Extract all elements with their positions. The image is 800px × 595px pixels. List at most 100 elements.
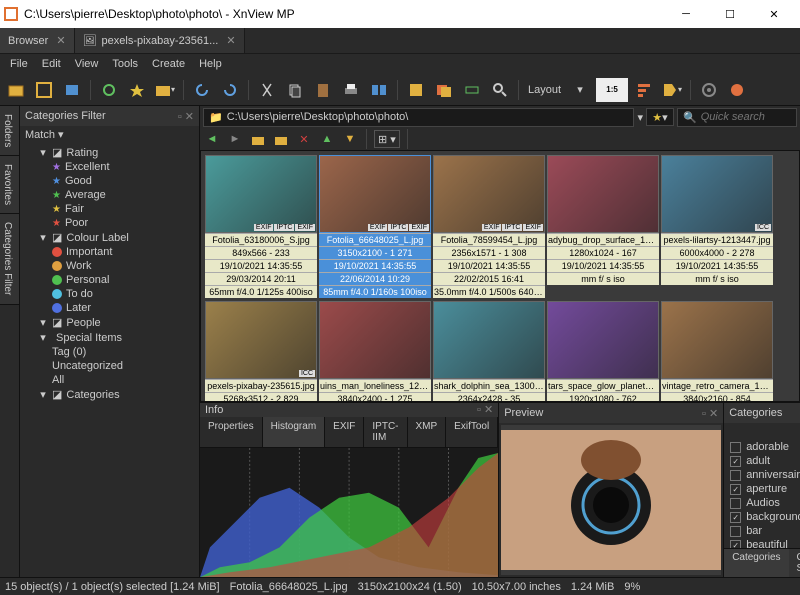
menu-help[interactable]: Help (193, 56, 228, 72)
thumbnail[interactable]: uins_man_loneliness_12427...3840x2400 - … (319, 301, 431, 402)
tree-item-excellent[interactable]: ★Excellent (20, 160, 199, 174)
path-input[interactable]: 📁 C:\Users\pierre\Desktop\photo\photo\ (203, 108, 634, 127)
thumbnail[interactable]: adybug_drop_surface_1062...1280x1024 - 1… (547, 155, 659, 298)
up-button[interactable] (249, 130, 267, 148)
sidetab-folders[interactable]: Folders (0, 106, 19, 156)
compare-button[interactable] (367, 78, 391, 102)
panel-controls[interactable]: ▫ ✕ (178, 110, 194, 123)
about-button[interactable] (725, 78, 749, 102)
info-tab-exif[interactable]: EXIF (325, 417, 364, 447)
tree-item-uncategorized[interactable]: Uncategorized (20, 359, 199, 373)
close-button[interactable]: ✕ (752, 0, 796, 28)
home-button[interactable] (272, 130, 290, 148)
batch-button[interactable] (432, 78, 456, 102)
tree-item-fair[interactable]: ★Fair (20, 202, 199, 216)
tab-category-sets[interactable]: Category Sets (789, 549, 800, 577)
open-button[interactable] (4, 78, 28, 102)
thumbnail[interactable]: vintage_retro_camera_1265...3840x2160 - … (661, 301, 773, 402)
copy-button[interactable] (283, 78, 307, 102)
thumbnail[interactable]: EXIFIPTCEXIFFotolia_63180006_S.jpg849x56… (205, 155, 317, 298)
thumbnail[interactable]: EXIFIPTCEXIFFotolia_66648025_L.jpg3150x2… (319, 155, 431, 298)
thumbnail[interactable]: tars_space_glow_planet_99...1920x1080 - … (547, 301, 659, 402)
tag-button[interactable]: ▾ (660, 78, 684, 102)
cut-button[interactable] (255, 78, 279, 102)
favorites-button[interactable] (125, 78, 149, 102)
back-button[interactable]: ◄ (203, 130, 221, 148)
tree-item-important[interactable]: Important (20, 245, 199, 259)
checkbox[interactable]: ✓ (730, 484, 741, 495)
maximize-button[interactable]: ☐ (708, 0, 752, 28)
chevron-down-icon[interactable]: ▾ (637, 111, 643, 124)
tab-browser[interactable]: Browser ✕ (0, 28, 75, 53)
tab-image[interactable]: 🖼 pexels-pixabay-23561... ✕ (75, 28, 245, 53)
checkbox[interactable]: ✓ (730, 540, 741, 549)
close-icon[interactable]: ✕ (56, 34, 65, 47)
convert-button[interactable] (404, 78, 428, 102)
category-item[interactable]: bar (724, 524, 800, 538)
print-button[interactable] (339, 78, 363, 102)
paste-button[interactable] (311, 78, 335, 102)
category-item[interactable]: Audios (724, 496, 800, 510)
tree-item-poor[interactable]: ★Poor (20, 216, 199, 230)
fullscreen-button[interactable] (32, 78, 56, 102)
sort-button[interactable] (632, 78, 656, 102)
info-tab-exiftool[interactable]: ExifTool (446, 417, 498, 447)
menu-edit[interactable]: Edit (36, 56, 67, 72)
checkbox[interactable] (730, 442, 741, 453)
info-tab-xmp[interactable]: XMP (408, 417, 447, 447)
tree-item-colour-label[interactable]: ▾◪ Colour Label (20, 230, 199, 245)
rotate-left-button[interactable] (190, 78, 214, 102)
thumbnail[interactable]: ICCpexels-lilartsy-1213447.jpg6000x4000 … (661, 155, 773, 298)
sidetab-favorites[interactable]: Favorites (0, 156, 19, 214)
tree-item-categories[interactable]: ▾◪ Categories (20, 387, 199, 402)
panel-controls[interactable]: ▫ ✕ (702, 407, 718, 420)
filter-button[interactable]: ▼ (341, 130, 359, 148)
search-button[interactable] (488, 78, 512, 102)
tree-item-to-do[interactable]: To do (20, 287, 199, 301)
chevron-down-icon[interactable]: ▾ (58, 128, 64, 141)
category-item[interactable]: ✓aperture (724, 482, 800, 496)
category-item[interactable]: ✓beautiful (724, 538, 800, 548)
checkbox[interactable] (730, 498, 741, 509)
preview-image[interactable] (501, 425, 721, 575)
refresh-button[interactable] (97, 78, 121, 102)
checkbox[interactable]: ✓ (730, 456, 741, 467)
tree-item-people[interactable]: ▾◪ People (20, 315, 199, 330)
menu-file[interactable]: File (4, 56, 34, 72)
tree-item-work[interactable]: Work (20, 259, 199, 273)
close-icon[interactable]: ✕ (226, 34, 235, 47)
thumbnail[interactable]: shark_dolphin_sea_130036...2364x2428 - 3… (433, 301, 545, 402)
tree-item-rating[interactable]: ▾◪ Rating (20, 145, 199, 160)
thumbview-button[interactable]: 1:5 (596, 78, 628, 102)
tree-item-good[interactable]: ★Good (20, 174, 199, 188)
tree-item-personal[interactable]: Personal (20, 273, 199, 287)
layout-dropdown[interactable]: ▾ (568, 78, 592, 102)
checkbox[interactable]: ✓ (730, 512, 741, 523)
rotate-right-button[interactable] (218, 78, 242, 102)
panel-controls[interactable]: ▫ ✕ (477, 403, 493, 416)
category-item[interactable]: anniversaire (724, 468, 800, 482)
info-tab-properties[interactable]: Properties (200, 417, 263, 447)
view-mode-button[interactable]: ⊞ ▾ (374, 130, 400, 148)
tree-item-special-items[interactable]: ▾Special Items (20, 330, 199, 345)
checkbox[interactable] (730, 526, 741, 537)
minimize-button[interactable]: ─ (664, 0, 708, 28)
thumbnail[interactable]: ICCpexels-pixabay-235615.jpg5268x3512 - … (205, 301, 317, 402)
tree-item-all[interactable]: All (20, 373, 199, 387)
category-item[interactable]: ✓adult (724, 454, 800, 468)
folder-dropdown-button[interactable]: ▾ (153, 78, 177, 102)
stop-button[interactable]: ✕ (295, 130, 313, 148)
menu-tools[interactable]: Tools (106, 56, 144, 72)
category-item[interactable]: ✓background (724, 510, 800, 524)
rename-button[interactable] (460, 78, 484, 102)
quick-search[interactable]: 🔍 Quick search (677, 108, 797, 127)
thumbnail[interactable]: EXIFIPTCEXIFFotolia_78599454_L.jpg2356x1… (433, 155, 545, 298)
sidetab-categories-filter[interactable]: Categories Filter (0, 214, 19, 304)
tab-categories[interactable]: Categories (724, 549, 788, 577)
category-item[interactable]: adorable (724, 440, 800, 454)
menu-view[interactable]: View (69, 56, 105, 72)
forward-button[interactable]: ► (226, 130, 244, 148)
slideshow-button[interactable] (60, 78, 84, 102)
settings-button[interactable] (697, 78, 721, 102)
favorite-toggle[interactable]: ★▾ (646, 108, 674, 126)
